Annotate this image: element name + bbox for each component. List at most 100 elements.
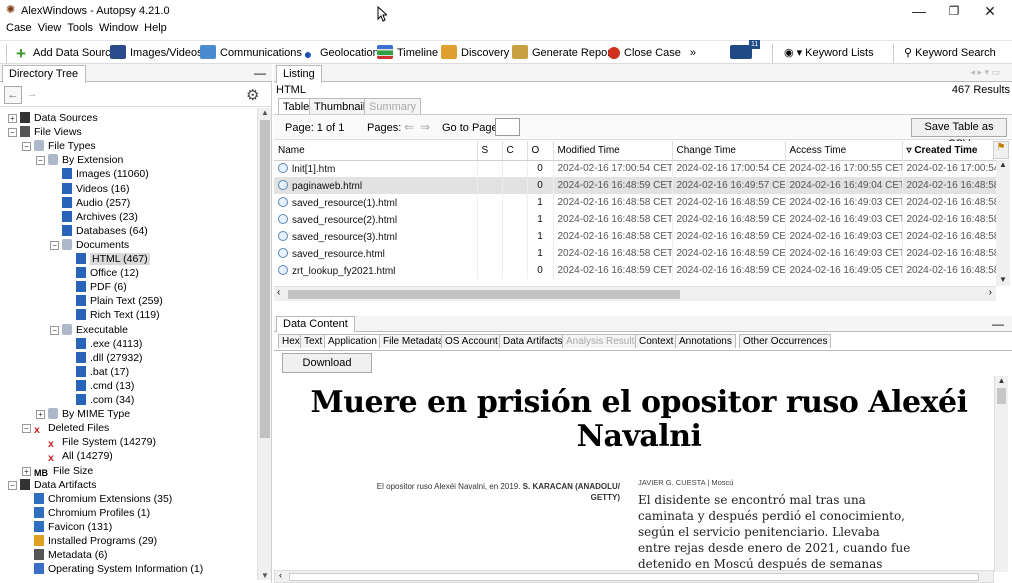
keyword-lists-button[interactable]: ◉ ▾ Keyword Lists — [784, 45, 874, 62]
collapse-icon[interactable]: − — [8, 480, 17, 490]
discovery-button[interactable]: Discovery — [441, 45, 509, 62]
minimize-panel-button[interactable]: — — [254, 66, 266, 80]
menu-case[interactable]: Case — [3, 20, 35, 34]
tree-item[interactable]: Videos (16) — [50, 182, 130, 196]
content-tab[interactable]: Text — [300, 334, 327, 348]
tree-item[interactable]: Chromium Extensions (35) — [22, 492, 172, 506]
tree-item[interactable]: Plain Text (259) — [64, 294, 163, 308]
tree-scrollbar-thumb[interactable] — [260, 120, 270, 438]
tree-item[interactable]: + MB File Size — [22, 464, 93, 478]
tree-item[interactable]: Images (11060) — [50, 167, 149, 181]
column-header[interactable]: O — [527, 141, 554, 161]
tree-item[interactable]: .exe (4113) — [64, 337, 142, 351]
images-videos-button[interactable]: Images/Videos — [110, 45, 203, 62]
content-tab[interactable]: Other Occurrences — [739, 334, 832, 348]
tree-item[interactable]: Favicon (131) — [22, 520, 112, 534]
collapse-icon[interactable]: − — [50, 240, 59, 250]
menu-tools[interactable]: Tools — [64, 20, 96, 34]
tree-item[interactable]: .com (34) — [64, 393, 134, 407]
expand-icon[interactable]: + — [36, 410, 45, 420]
tree-item[interactable]: Audio (257) — [50, 196, 130, 210]
content-tab[interactable]: Analysis Results — [562, 334, 644, 348]
minimize-data-panel[interactable]: — — [992, 317, 1004, 331]
tree-item[interactable]: x File System (14279) — [36, 435, 156, 450]
column-header[interactable]: Modified Time — [553, 141, 673, 161]
prev-page-button[interactable]: ⇐ — [404, 120, 414, 134]
gear-icon[interactable]: ⚙ — [246, 86, 259, 104]
timeline-button[interactable]: Timeline — [377, 45, 438, 62]
collapse-icon[interactable]: − — [8, 128, 17, 138]
tab-thumbnail[interactable]: Thumbnail — [309, 98, 371, 115]
expand-icon[interactable]: + — [22, 466, 31, 476]
mail-button[interactable]: 11 — [730, 40, 762, 62]
table-row[interactable]: saved_resource.html 1 2024-02-16 16:48:58 … — [274, 245, 996, 262]
column-header[interactable]: Name — [274, 141, 478, 161]
tree-item[interactable]: − By Extension — [36, 153, 123, 167]
save-table-csv-button[interactable]: Save Table as CSV — [911, 118, 1007, 150]
table-row[interactable]: saved_resource(1).html 1 2024-02-16 16:48:… — [274, 194, 996, 211]
minimize-button[interactable]: — — [905, 2, 933, 20]
content-tab[interactable]: Annotations — [675, 334, 736, 348]
column-header[interactable]: C — [502, 141, 528, 161]
article-hscroll[interactable]: ‹ — [274, 570, 994, 583]
collapse-icon[interactable]: − — [36, 156, 45, 166]
close-case-button[interactable]: Close Case » — [608, 45, 696, 62]
tree-item[interactable]: Archives (23) — [50, 210, 138, 224]
next-page-button[interactable]: ⇒ — [420, 120, 430, 134]
goto-page-input[interactable] — [495, 118, 520, 136]
back-button[interactable]: ← — [4, 86, 22, 104]
tree-item[interactable]: .cmd (13) — [64, 379, 134, 393]
content-tab[interactable]: Application — [324, 334, 381, 348]
tree-item[interactable]: Rich Text (119) — [64, 308, 160, 322]
geolocation-button[interactable]: ● Geolocation — [300, 45, 379, 62]
tree-item[interactable]: .dll (27932) — [64, 351, 143, 365]
tab-summary[interactable]: Summary — [364, 98, 422, 115]
keyword-search-button[interactable]: ⚲ Keyword Search — [904, 45, 996, 62]
content-tab[interactable]: Data Artifacts — [499, 334, 567, 348]
expand-icon[interactable]: + — [8, 114, 17, 123]
tree-item[interactable]: − File Types — [22, 139, 96, 153]
tree-item[interactable]: − Data Artifacts — [8, 478, 96, 492]
tree-item[interactable]: Chromium Profiles (1) — [22, 506, 150, 520]
maximize-button[interactable]: ❐ — [940, 2, 968, 20]
tree-item[interactable]: HTML (467) — [64, 252, 150, 266]
content-tab[interactable]: Context — [635, 334, 678, 348]
tree-item[interactable]: − x Deleted Files — [22, 421, 109, 436]
table-hscroll-thumb[interactable] — [288, 290, 680, 299]
forward-button[interactable]: → — [23, 86, 41, 104]
tree-scrollbar[interactable]: ▲ ▼ — [257, 108, 271, 580]
tree-item[interactable]: + By MIME Type — [36, 407, 130, 421]
column-header[interactable]: S — [477, 141, 503, 161]
table-vscroll[interactable]: ▲ ▼ — [996, 160, 1010, 286]
collapse-icon[interactable]: − — [22, 142, 31, 152]
table-row[interactable]: lnit[1].htm 0 2024-02-16 17:00:54 CET 2024-… — [274, 160, 996, 177]
tree-item[interactable]: − Documents — [50, 238, 129, 252]
close-window-button[interactable]: ✕ — [976, 2, 1004, 20]
menu-window[interactable]: Window — [96, 20, 141, 34]
column-chooser-icon[interactable]: ⚑ — [993, 141, 1009, 159]
tree-item[interactable]: PDF (6) — [64, 280, 127, 294]
collapse-icon[interactable]: − — [22, 424, 31, 434]
communications-button[interactable]: Communications — [200, 45, 302, 62]
menu-help[interactable]: Help — [141, 20, 170, 34]
tree-item[interactable]: Installed Programs (29) — [22, 534, 157, 548]
table-row[interactable]: saved_resource(2).html 1 2024-02-16 16:48:… — [274, 211, 996, 228]
directory-tree-tab[interactable]: Directory Tree — [2, 65, 86, 83]
tree-item[interactable]: x All (14279) — [36, 449, 113, 464]
column-header[interactable]: ▿ Created Time — [902, 141, 996, 161]
generate-report-button[interactable]: Generate Report — [512, 45, 614, 62]
download-images-button[interactable]: Download Images — [282, 353, 372, 387]
table-hscroll[interactable]: ‹ › — [274, 286, 996, 301]
tree-item[interactable]: − Executable — [50, 323, 128, 337]
tree-item[interactable]: Databases (64) — [50, 224, 148, 238]
tree-item[interactable]: Operating System Information (1) — [22, 562, 203, 576]
add-data-source-button[interactable]: + Add Data Source — [13, 45, 117, 62]
collapse-icon[interactable]: − — [50, 325, 59, 335]
tree-item[interactable]: − File Views — [8, 125, 82, 139]
tree-item[interactable]: + Data Sources — [8, 111, 98, 125]
tree-item[interactable]: Office (12) — [64, 266, 139, 280]
content-tab[interactable]: File Metadata — [379, 334, 448, 348]
column-header[interactable]: Change Time — [672, 141, 786, 161]
table-row[interactable]: paginaweb.html 0 2024-02-16 16:48:59 CET 20… — [274, 177, 996, 194]
tree-item[interactable]: .bat (17) — [64, 365, 129, 379]
